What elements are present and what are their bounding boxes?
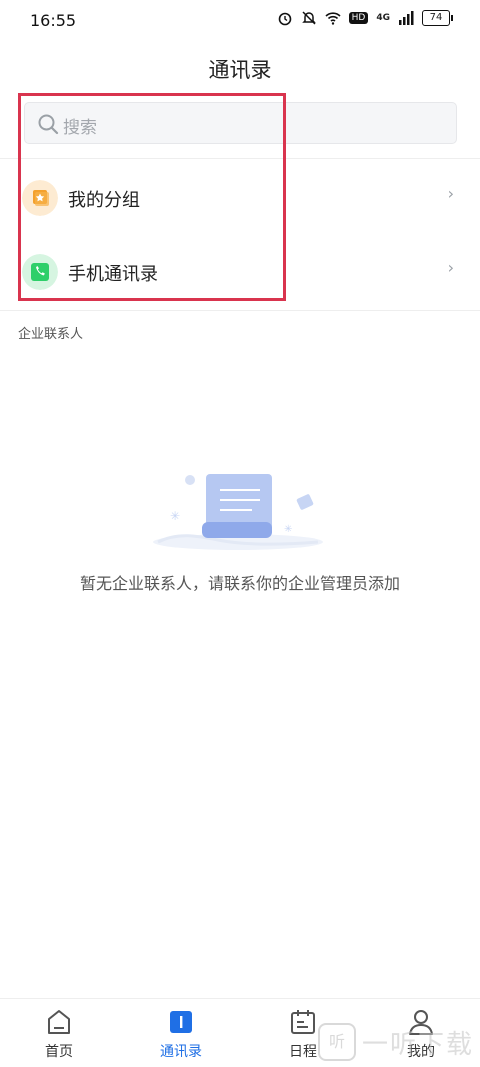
chevron-right-icon: › [447, 258, 454, 277]
empty-scroll-illustration: ✳ ✳ [153, 474, 323, 550]
watermark-text: 一听下载 [361, 1029, 474, 1060]
calendar-icon [291, 1010, 315, 1034]
alarm-icon [278, 12, 291, 26]
status-icons: HD 4G 74 [277, 10, 453, 26]
signal-icon [399, 11, 414, 25]
status-time: 16:55 [30, 11, 77, 30]
divider [0, 310, 480, 311]
section-header: 企业联系人 [18, 327, 84, 342]
home-icon [48, 1010, 70, 1034]
tab-contacts[interactable]: 通讯录 [136, 1007, 226, 1061]
svg-text:✳: ✳ [170, 509, 180, 523]
chevron-right-icon: › [447, 184, 454, 203]
network-label: 4G [376, 13, 390, 23]
status-bar: 16:55 HD 4G 74 [0, 0, 480, 42]
contacts-icon [170, 1011, 192, 1033]
tab-home[interactable]: 首页 [14, 1007, 104, 1061]
battery-indicator: 74 [422, 10, 453, 26]
svg-text:✳: ✳ [284, 524, 292, 535]
page-title: 通讯录 [208, 58, 272, 82]
empty-message: 暂无企业联系人，请联系你的企业管理员添加 [79, 574, 400, 593]
highlight-outline [18, 93, 286, 301]
watermark-badge: 听 [317, 1023, 356, 1061]
site-watermark: 听 一听下载 [317, 1023, 474, 1061]
wifi-icon [325, 12, 341, 25]
hd-badge: HD [348, 12, 369, 24]
tab-label: 首页 [45, 1044, 73, 1060]
mute-bell-icon [301, 11, 316, 25]
tab-label: 通讯录 [160, 1044, 202, 1060]
